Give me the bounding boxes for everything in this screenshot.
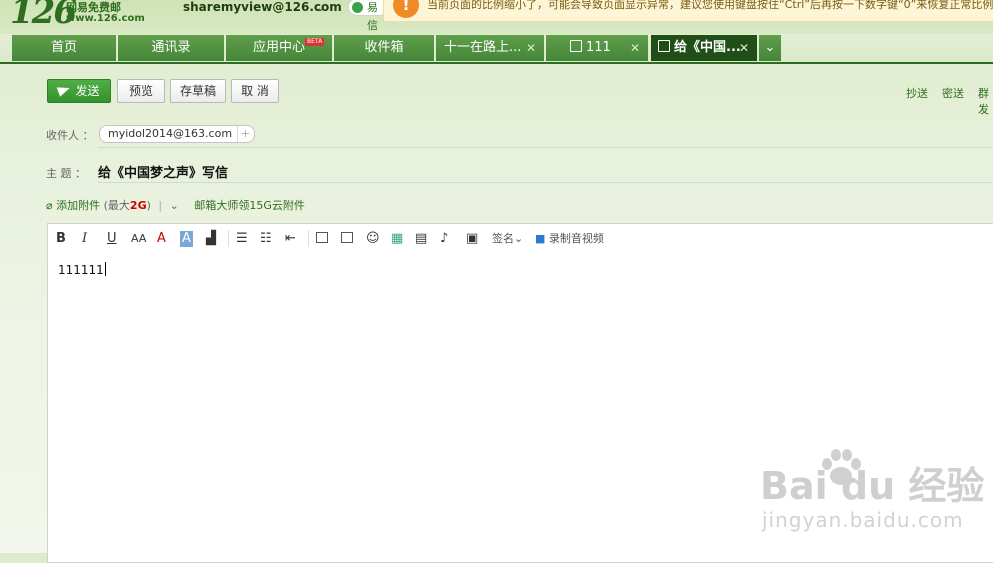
close-icon[interactable]: ✕	[630, 35, 640, 61]
cancel-button[interactable]: 取 消	[231, 79, 279, 103]
yixin-label: 易信	[367, 1, 378, 32]
video-camera-icon: ■	[535, 232, 546, 245]
recipient-chip[interactable]: myidol2014@163.com +	[99, 125, 256, 143]
font-size-button[interactable]: AA	[131, 231, 146, 247]
top-bar: 126 网易免费邮 www.126.com sharemyview@126.co…	[0, 0, 993, 34]
paper-plane-icon	[57, 83, 72, 97]
microphone-icon[interactable]: ♪	[440, 231, 448, 247]
record-video-button[interactable]: ■ 录制音视频	[535, 231, 604, 247]
add-attachment-link[interactable]: 添加附件	[56, 199, 100, 212]
attachment-limit: (最大2G)	[104, 199, 155, 212]
edit-icon	[570, 40, 582, 52]
toolbar-separator	[308, 230, 309, 247]
yixin-button[interactable]: 易信	[348, 0, 388, 32]
notice-text: 当前页面的比例缩小了，可能会导致页面显示异常，建议您使用键盘按住“Ctrl”后再…	[427, 0, 993, 11]
limit-prefix: (最大	[103, 199, 130, 212]
tab-more[interactable]: ⌄	[759, 35, 781, 61]
toolbar-separator	[228, 230, 229, 247]
indent-icon[interactable]: ⇤	[285, 231, 296, 247]
subject-label: 主 题 ：	[46, 167, 86, 180]
divider: |	[158, 199, 163, 212]
cc-link[interactable]: 抄送	[906, 85, 928, 101]
tab-compose-active[interactable]: 给《中国... ✕	[651, 35, 757, 61]
template-icon[interactable]: ▦	[391, 231, 403, 247]
background-color-button[interactable]: A	[180, 231, 193, 247]
tab-contacts[interactable]: 通讯录	[118, 35, 224, 61]
watermark-url: jingyan.baidu.com	[762, 508, 964, 532]
record-label: 录制音视频	[548, 232, 604, 245]
font-color-button[interactable]: A	[157, 231, 166, 247]
limit-suffix: )	[146, 199, 151, 212]
zoom-notice: ! 当前页面的比例缩小了，可能会导致页面显示异常，建议您使用键盘按住“Ctrl”…	[383, 0, 993, 22]
tab-label: 应用中心	[252, 40, 305, 55]
emoji-icon[interactable]: ☺	[366, 231, 380, 247]
translate-icon[interactable]: ▣	[466, 231, 478, 247]
chevron-down-icon[interactable]: ⌄	[170, 199, 179, 212]
cloud-attachment-link[interactable]: 邮箱大师领15G云附件	[194, 199, 305, 212]
tab-label: 首页	[50, 40, 77, 55]
bold-button[interactable]: B	[56, 231, 66, 247]
add-recipient-icon[interactable]: +	[236, 126, 250, 142]
italic-button[interactable]: I	[82, 231, 87, 247]
beta-badge: BETA	[305, 38, 325, 46]
tab-inbox[interactable]: 收件箱	[334, 35, 434, 61]
preview-button[interactable]: 预览	[117, 79, 165, 103]
signature-dropdown[interactable]: 签名⌄	[492, 231, 523, 247]
editor-body[interactable]: 111111	[58, 262, 106, 277]
signature-label: 签名	[492, 232, 514, 245]
attachment-row: ⌀ 添加附件 (最大2G) | ⌄ 邮箱大师领15G云附件	[46, 197, 305, 213]
tab-label: 收件箱	[364, 40, 404, 55]
send-label: 发送	[75, 84, 100, 98]
body-text: 111111	[58, 263, 104, 277]
tab-bar: 首页 通讯录 应用中心 BETA 收件箱 十一在路上... ✕ 111 ✕ 给《中国.…	[0, 34, 993, 64]
warning-icon: !	[393, 0, 419, 18]
watermark-brand: Bai du 经验	[760, 464, 985, 508]
tab-label: 给《中国...	[674, 40, 741, 55]
underline-button[interactable]: U	[107, 231, 117, 247]
tab-app-center[interactable]: 应用中心 BETA	[226, 35, 332, 61]
bcc-link[interactable]: 密送	[942, 85, 964, 101]
send-button[interactable]: 发送	[47, 79, 111, 103]
format-brush-icon[interactable]: ▟	[206, 231, 216, 247]
close-icon[interactable]: ✕	[526, 35, 536, 61]
subject-input[interactable]: 给《中国梦之声》写信	[98, 162, 228, 181]
group-send-link[interactable]: 群发	[978, 85, 993, 117]
logo-url: www.126.com	[66, 13, 145, 24]
screenshot-icon[interactable]	[341, 232, 353, 243]
tab-label: 十一在路上...	[444, 40, 522, 55]
image-icon[interactable]	[316, 232, 328, 243]
tab-home[interactable]: 首页	[12, 35, 116, 61]
to-label: 收件人 ：	[46, 129, 94, 142]
paperclip-icon: ⌀	[46, 199, 53, 212]
yixin-icon	[352, 2, 363, 13]
tab-read-mail[interactable]: 十一在路上... ✕	[436, 35, 544, 61]
save-draft-button[interactable]: 存草稿	[170, 79, 226, 103]
calendar-icon[interactable]: ▤	[415, 231, 427, 247]
divider	[98, 182, 993, 183]
chevron-down-icon[interactable]: ⌄	[316, 1, 325, 14]
edit-icon	[658, 40, 670, 52]
recipient-address: myidol2014@163.com	[108, 127, 233, 140]
editor-toolbar: B I U AA A A ▟ ☰ ☷ ⇤ ☺ ▦ ▤ ♪ ▣ 签名⌄ ■ 录制音…	[48, 224, 993, 252]
tab-label: 通讯录	[151, 40, 191, 55]
tab-label: 111	[586, 40, 611, 55]
chevron-down-icon: ⌄	[764, 40, 776, 55]
tab-compose-111[interactable]: 111 ✕	[546, 35, 648, 61]
align-left-icon[interactable]: ☰	[236, 231, 248, 247]
text-caret	[104, 262, 106, 276]
close-icon[interactable]: ✕	[739, 35, 749, 61]
limit-value: 2G	[129, 199, 147, 212]
divider	[98, 147, 993, 148]
bullet-list-icon[interactable]: ☷	[260, 231, 272, 247]
